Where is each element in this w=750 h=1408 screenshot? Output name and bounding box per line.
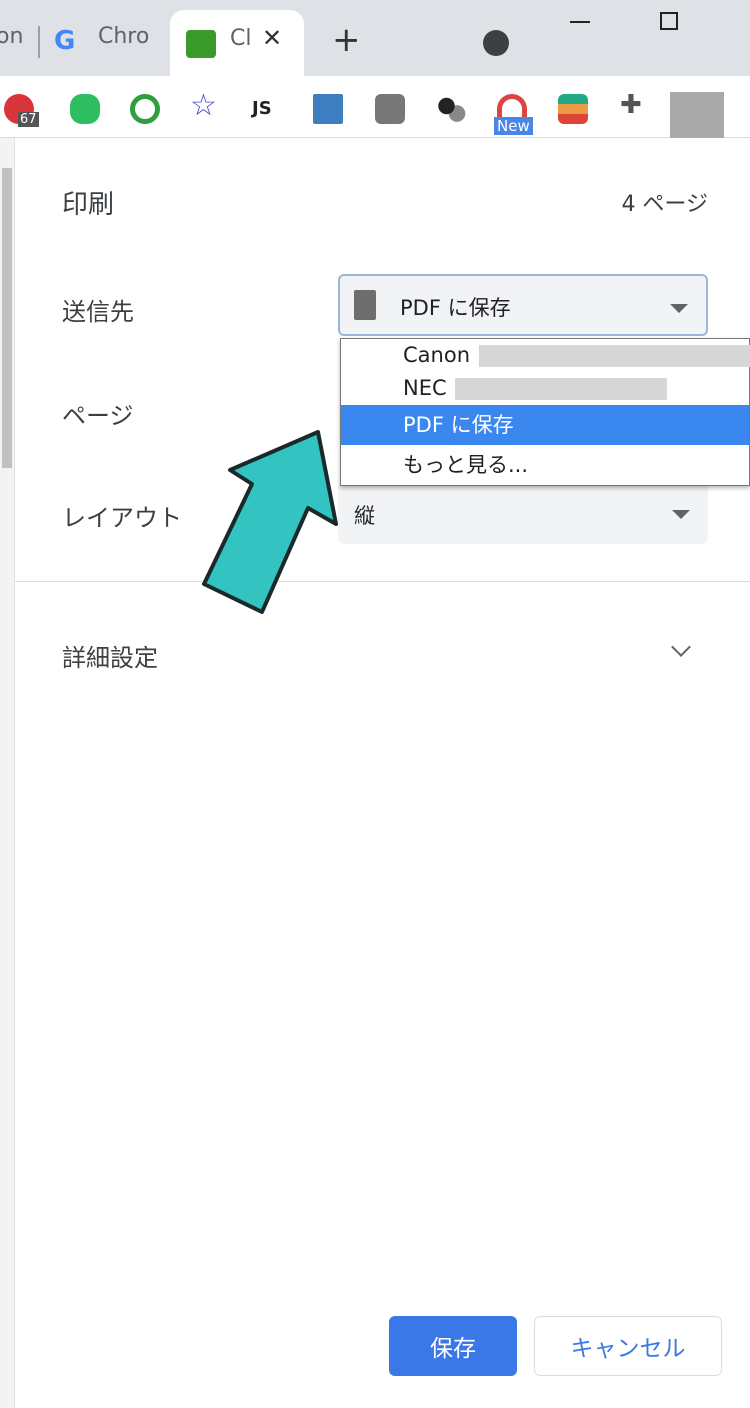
cancel-button[interactable]: キャンセル — [534, 1316, 722, 1376]
save-button[interactable]: 保存 — [389, 1316, 517, 1376]
arrow-shape — [202, 430, 338, 614]
arrow-annotation — [202, 430, 338, 614]
